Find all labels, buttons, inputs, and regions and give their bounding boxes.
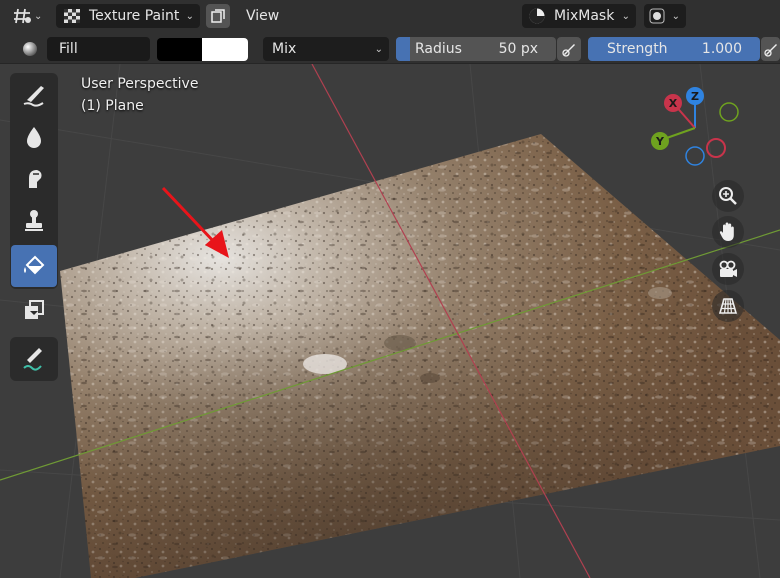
tool-soften[interactable]	[11, 116, 57, 158]
chevron-down-icon: ⌄	[671, 10, 680, 22]
strength-slider[interactable]: Strength 1.000	[588, 37, 760, 61]
mode-label: Texture Paint	[89, 8, 180, 24]
grid-transform-icon	[14, 8, 31, 24]
brush-preview[interactable]	[22, 40, 40, 58]
header-bar: ⌄ Texture Paint ⌄ View MixMask ⌄ ⌄	[0, 0, 780, 33]
pan-button[interactable]	[712, 216, 744, 248]
tool-settings-bar: Fill Mix ⌄ Radius 50 px Strength 1.000	[0, 33, 780, 64]
pen-pressure-icon	[562, 44, 575, 57]
editor-type-button[interactable]: ⌄	[12, 4, 50, 28]
chevron-down-icon: ⌄	[185, 10, 194, 22]
chevron-down-icon: ⌄	[34, 10, 43, 22]
gizmo-y-label: Y	[655, 135, 665, 148]
tool-clone[interactable]	[11, 200, 57, 242]
tool-fill[interactable]	[11, 245, 57, 287]
overlay-toggle-button[interactable]	[206, 4, 230, 28]
mask-label: MixMask	[554, 8, 615, 24]
radius-pressure-button[interactable]	[557, 37, 581, 61]
zoom-button[interactable]	[712, 180, 744, 212]
soften-brush-icon	[27, 127, 41, 148]
gizmo-neg-z-circle[interactable]	[685, 146, 705, 166]
navigation-gizmo[interactable]: X Z Y	[650, 84, 740, 174]
hand-pan-icon	[719, 222, 734, 241]
brush-sphere-icon	[23, 42, 37, 56]
object-name: (1) Plane	[81, 98, 144, 114]
3d-viewport[interactable]: X Z Y	[0, 64, 780, 578]
draw-brush-icon	[23, 86, 44, 107]
checker-texture-icon	[64, 9, 80, 23]
camera-view-icon	[719, 260, 737, 277]
shading-dropdown[interactable]: ⌄	[644, 4, 686, 28]
blend-mode-dropdown[interactable]: Mix ⌄	[263, 37, 389, 61]
gizmo-neg-x-circle[interactable]	[706, 138, 726, 158]
radius-value: 50 px	[498, 41, 538, 57]
tool-mask[interactable]	[11, 289, 57, 331]
perspective-grid-icon	[718, 298, 738, 314]
radius-label: Radius	[415, 41, 462, 57]
strength-pressure-button[interactable]	[761, 37, 780, 61]
clone-stamp-icon	[25, 210, 43, 231]
gizmo-neg-y-circle[interactable]	[719, 102, 739, 122]
chevron-down-icon: ⌄	[621, 10, 630, 22]
smear-brush-icon	[29, 170, 42, 188]
secondary-color-swatch[interactable]	[202, 38, 248, 61]
annotate-icon	[23, 348, 42, 371]
zoom-icon	[719, 187, 737, 205]
perspective-toggle-button[interactable]	[712, 290, 744, 322]
gizmo-z-label: Z	[691, 90, 699, 103]
strength-value: 1.000	[701, 41, 742, 57]
view-menu-label: View	[246, 8, 280, 24]
dot-circle-icon	[649, 8, 665, 24]
radius-slider[interactable]: Radius 50 px	[396, 37, 556, 61]
textured-plane[interactable]	[60, 134, 780, 578]
strength-label: Strength	[607, 41, 668, 57]
pen-pressure-icon	[763, 44, 777, 57]
square-stack-icon	[211, 9, 225, 23]
brush-name: Fill	[59, 41, 78, 57]
camera-view-button[interactable]	[712, 253, 744, 285]
radius-fill	[396, 37, 410, 61]
view-menu[interactable]: View	[246, 4, 279, 28]
chevron-down-icon: ⌄	[374, 43, 383, 55]
mask-icon	[25, 300, 44, 319]
fill-bucket-icon	[24, 255, 45, 275]
brush-name-field[interactable]: Fill	[47, 37, 150, 61]
blend-mode-label: Mix	[272, 41, 297, 57]
mode-dropdown[interactable]: Texture Paint ⌄	[56, 4, 200, 28]
tool-annotate[interactable]	[11, 338, 57, 380]
tool-draw[interactable]	[11, 74, 57, 116]
shading-sphere-icon	[529, 8, 545, 24]
primary-color-swatch[interactable]	[157, 38, 202, 61]
tool-smear[interactable]	[11, 158, 57, 200]
mask-dropdown[interactable]: MixMask ⌄	[522, 4, 636, 28]
gizmo-x-label: X	[669, 97, 678, 110]
view-name: User Perspective	[81, 76, 199, 92]
